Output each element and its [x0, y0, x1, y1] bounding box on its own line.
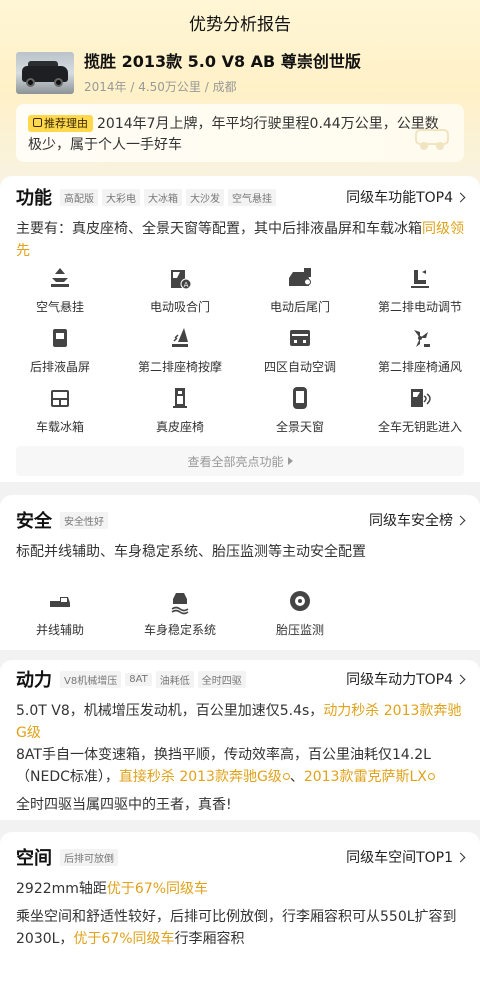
feature-fridge[interactable]: 车载冰箱 [0, 384, 120, 444]
function-card: 功能 高配版 大彩电 大冰箱 大沙发 空气悬挂 同级车功能TOP4 主要有：真皮… [0, 176, 480, 482]
keyless-entry-icon [411, 389, 431, 407]
search-icon [282, 773, 290, 780]
feature-rear-screen[interactable]: 后排液晶屏 [0, 324, 120, 384]
seat-massage-icon [172, 328, 188, 347]
car-watermark-icon [415, 129, 449, 150]
car-header: 揽胜 2013款 5.0 V8 AB 尊崇创世版 2014年 / 4.50万公里… [16, 52, 464, 96]
feature-climate-control[interactable]: 四区自动空调 [240, 324, 360, 384]
chevron-right-icon [455, 852, 466, 862]
safety-tag: 安全性好 [60, 511, 108, 529]
panoramic-sunroof-icon [293, 387, 307, 409]
space-title: 空间 [16, 848, 52, 869]
power-tag: 油耗低 [155, 670, 194, 688]
power-compare-link[interactable]: 2013款雷克萨斯LX [304, 769, 427, 785]
power-card: 动力 V8机械增压 8AT 油耗低 全时四驱 同级车动力TOP4 5.0T V8… [0, 660, 480, 820]
function-desc: 主要有：真皮座椅、全景天窗等配置，其中后排液晶屏和车载冰箱同级领先 [16, 221, 464, 259]
power-gearbox-desc: 8AT手自一体变速箱，换挡平顺，传动效率高，百公里油耗仅14.2L（NEDC标准… [16, 744, 464, 788]
seat-ventilation-icon [414, 330, 430, 347]
feature-seat-ventilation[interactable]: 第二排座椅通风 [360, 324, 480, 384]
rear-screen-icon [53, 329, 67, 347]
power-seat-icon [411, 270, 429, 288]
function-tag: 大沙发 [186, 188, 224, 206]
feature-stability-control[interactable]: 车身稳定系统 [120, 587, 240, 647]
stability-control-icon [171, 593, 189, 615]
function-tag: 空气悬挂 [228, 188, 276, 206]
svg-text:A: A [184, 281, 189, 289]
space-card: 空间 后排可放倒 同级车空间TOP1 2922mm轴距优于67%同级车 乘坐空间… [0, 832, 480, 1005]
safety-title: 安全 [16, 511, 52, 532]
chevron-right-icon [455, 192, 466, 202]
feature-lane-assist[interactable]: 并线辅助 [0, 587, 120, 647]
feature-soft-close-door[interactable]: A 电动吸合门 [120, 264, 240, 324]
lane-assist-icon [50, 597, 70, 607]
soft-close-door-icon: A [171, 270, 192, 290]
chevron-right-icon [455, 674, 466, 684]
view-all-features-button[interactable]: 查看全部亮点功能 [16, 446, 464, 476]
power-tag: 全时四驱 [197, 670, 246, 688]
feature-power-seat[interactable]: 第二排电动调节 [360, 264, 480, 324]
feature-panoramic-sunroof[interactable]: 全景天窗 [240, 384, 360, 444]
leather-seat-icon [173, 388, 187, 408]
car-meta: 2014年 / 4.50万公里 / 成都 [84, 80, 237, 94]
power-engine-desc: 5.0T V8，机械增压发动机，百公里加速仅5.4s，动力秒杀 2013款奔驰G… [16, 703, 462, 741]
space-rank-link[interactable]: 同级车空间TOP1 [346, 847, 466, 867]
feature-leather-seat[interactable]: 真皮座椅 [120, 384, 240, 444]
chevron-right-icon [455, 515, 466, 525]
feature-keyless-entry[interactable]: 全车无钥匙进入 [360, 384, 480, 444]
tire-pressure-icon [290, 591, 310, 611]
recommend-box: 推荐理由 2014年7月上牌，年平均行驶里程0.44万公里，公里数极少，属于个人一… [16, 104, 464, 162]
fridge-icon [51, 390, 69, 407]
function-tag: 大彩电 [102, 188, 140, 206]
safety-features: 并线辅助 车身稳定系统 胎压监测 [0, 587, 480, 647]
triangle-right-icon [287, 457, 293, 465]
feature-tire-pressure[interactable]: 胎压监测 [240, 587, 360, 647]
space-wheelbase-desc: 2922mm轴距优于67%同级车 [16, 881, 209, 897]
space-tag: 后排可放倒 [60, 848, 118, 866]
feature-power-tailgate[interactable]: 电动后尾门 [240, 264, 360, 324]
car-thumbnail[interactable] [16, 52, 74, 94]
feature-air-suspension[interactable]: 空气悬挂 [0, 264, 120, 324]
climate-control-icon [290, 330, 310, 346]
function-tag: 大冰箱 [144, 188, 182, 206]
safety-card: 安全 安全性好 同级车安全榜 标配并线辅助、车身稳定系统、胎压监测等主动安全配置… [0, 495, 480, 650]
page-title: 优势分析报告 [189, 14, 291, 35]
space-cargo-desc: 乘坐空间和舒适性较好，后排可比例放倒，行李厢容积可从550L扩容到2030L，优… [16, 909, 457, 947]
power-title: 动力 [16, 670, 52, 691]
power-tag: V8机械增压 [60, 670, 122, 688]
air-suspension-icon [51, 268, 69, 287]
car-name: 揽胜 2013款 5.0 V8 AB 尊崇创世版 [84, 52, 361, 71]
function-features: 空气悬挂 A 电动吸合门 电动后尾门 第二排电动调节 后排液晶屏 第二排座椅按摩… [0, 264, 480, 444]
power-rank-link[interactable]: 同级车动力TOP4 [346, 669, 466, 689]
safety-desc: 标配并线辅助、车身稳定系统、胎压监测等主动安全配置 [16, 544, 366, 560]
search-icon [427, 773, 435, 780]
thumb-icon [33, 118, 42, 127]
function-title: 功能 [16, 188, 52, 209]
function-rank-link[interactable]: 同级车功能TOP4 [346, 187, 466, 207]
power-compare-link[interactable]: 直接秒杀 2013款奔驰G级 [119, 769, 282, 785]
feature-seat-massage[interactable]: 第二排座椅按摩 [120, 324, 240, 384]
power-awd-desc: 全时四驱当属四驱中的王者，真香! [16, 797, 232, 813]
function-tag: 高配版 [60, 188, 98, 206]
power-tag: 8AT [125, 672, 152, 686]
safety-rank-link[interactable]: 同级车安全榜 [369, 510, 466, 530]
power-tailgate-icon [289, 268, 311, 286]
recommend-tag: 推荐理由 [28, 115, 93, 132]
